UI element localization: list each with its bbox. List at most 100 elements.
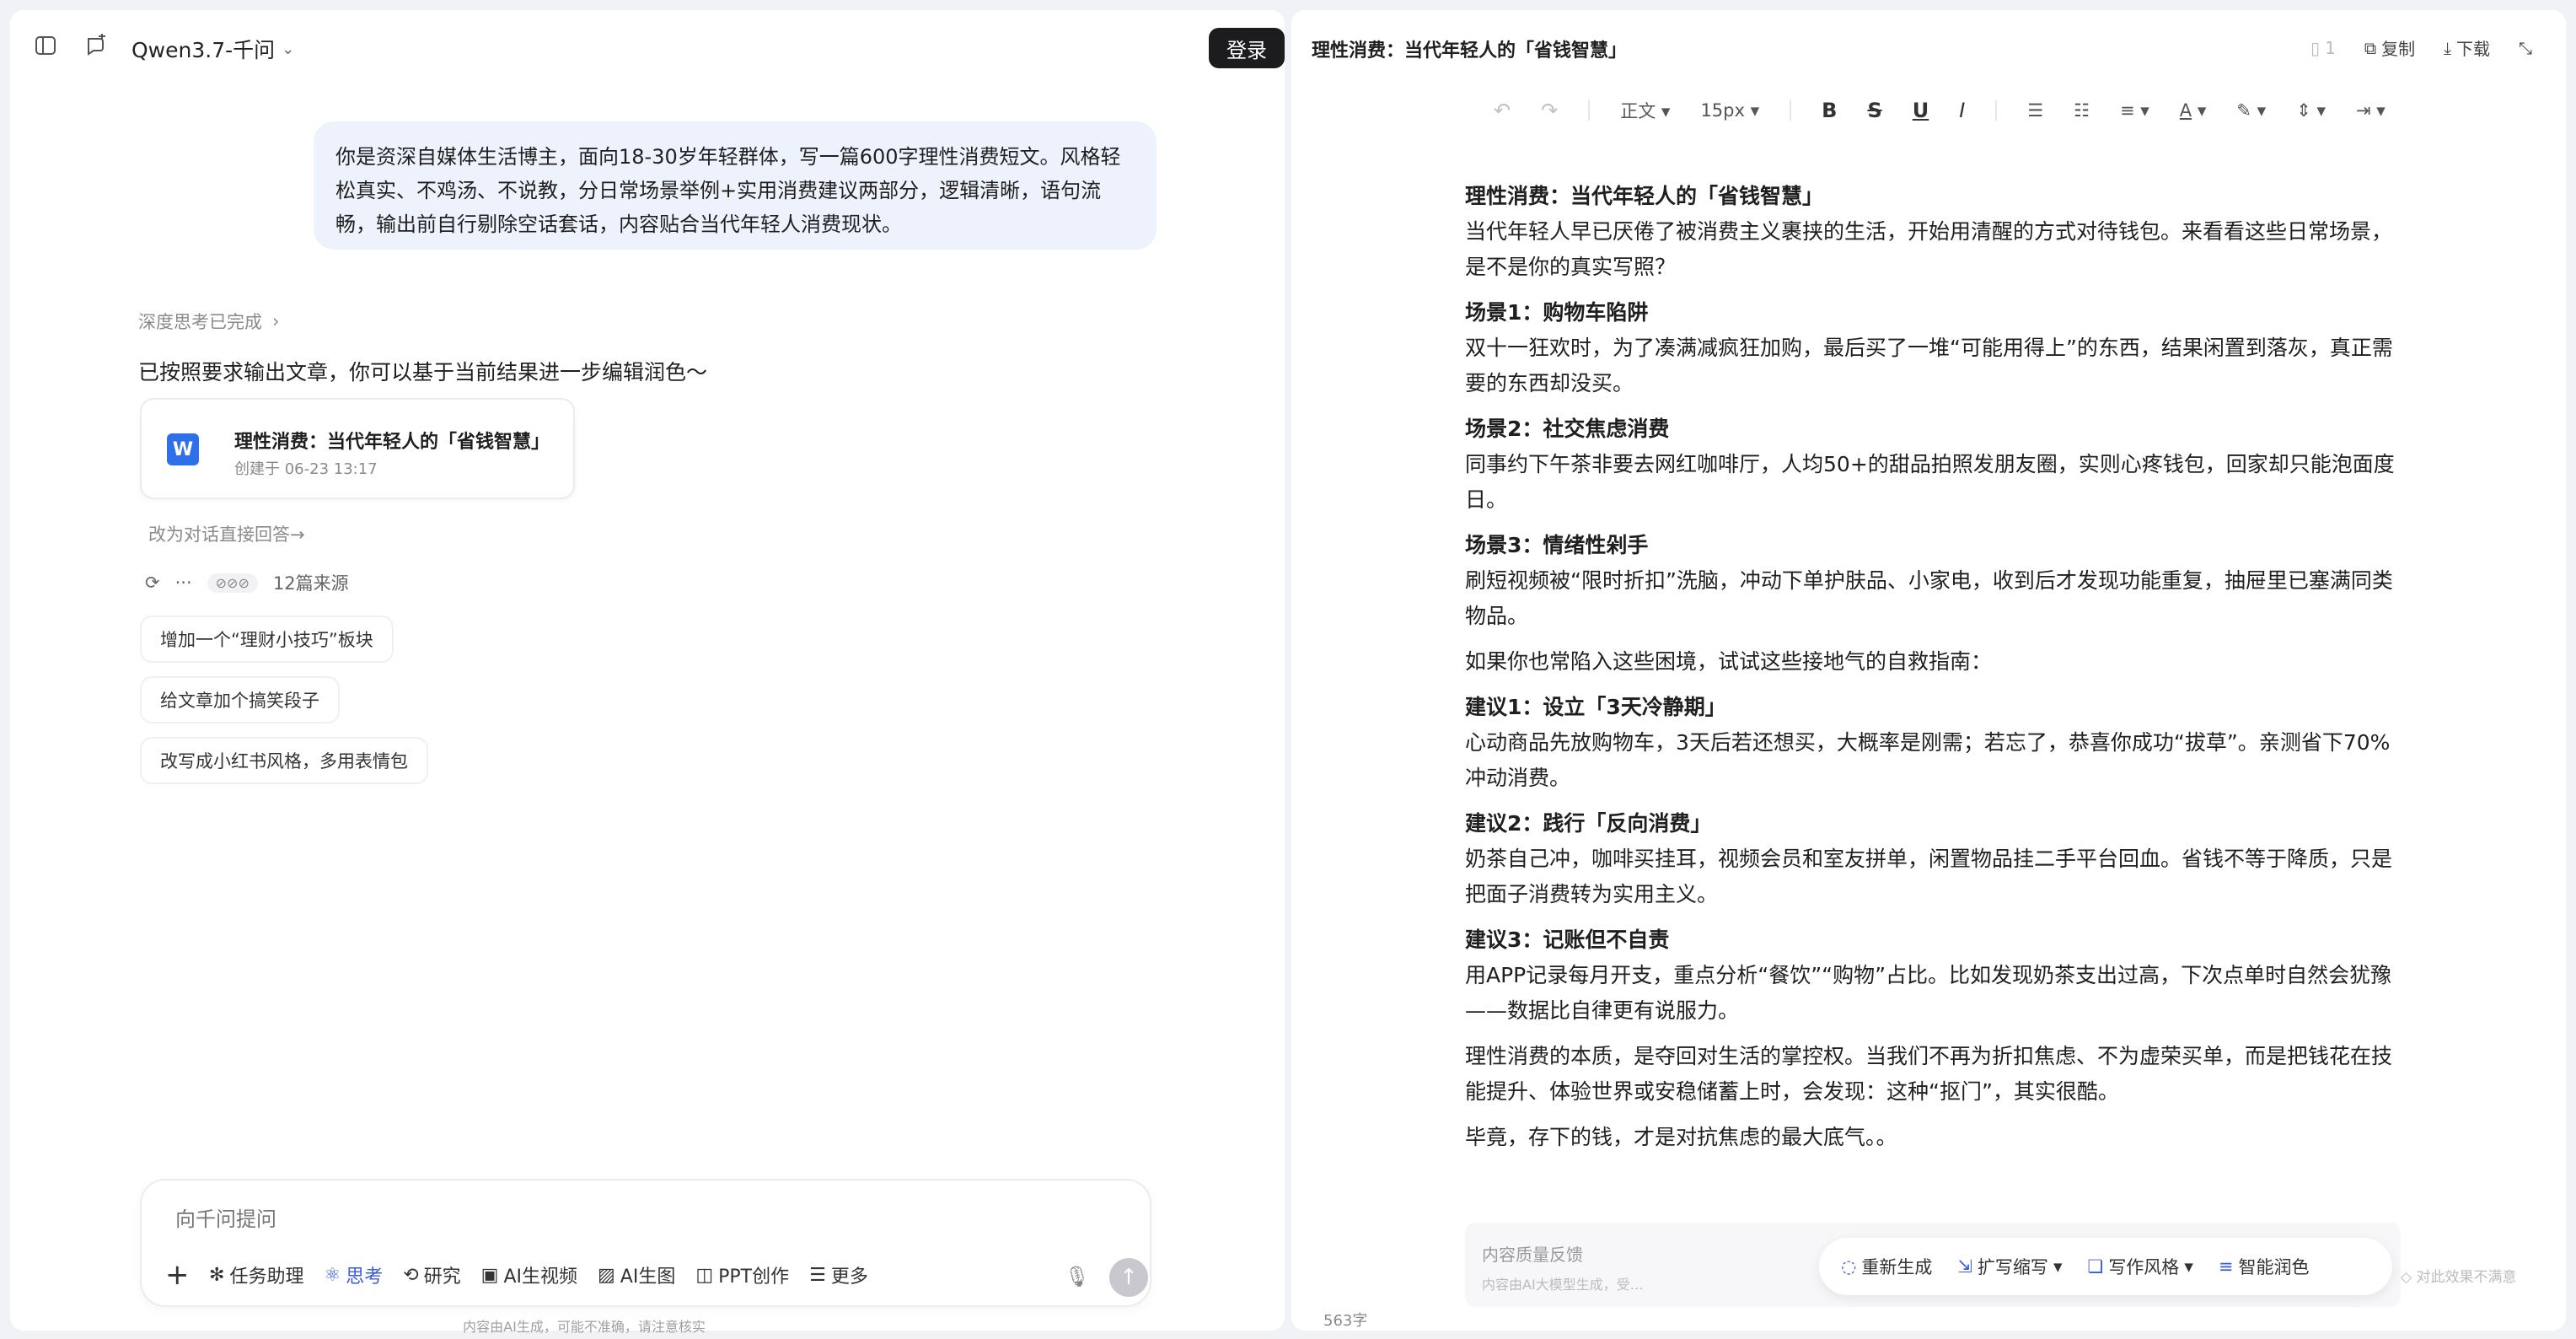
download-label: 下载 [2456, 39, 2490, 59]
more-icon[interactable]: ··· [175, 573, 192, 593]
unsatisfied-button[interactable]: ◇ 对此效果不满意 [2401, 1265, 2516, 1286]
regenerate-button[interactable]: ◌ 重新生成 [1841, 1254, 1932, 1279]
user-message: 你是资深自媒体生活博主，面向18-30岁年轻群体，写一篇600字理性消费短文。风… [314, 121, 1157, 250]
strikethrough-icon[interactable]: S [1867, 99, 1881, 122]
undo-icon[interactable]: ↶ [1494, 99, 1511, 122]
tool-label: 研究 [423, 1266, 461, 1288]
expand-label: 扩写缩写 [1977, 1257, 2048, 1277]
suggestion-chip[interactable]: 增加一个“理财小技巧”板块 [140, 616, 394, 663]
chat-topbar: Qwen3.7-千问 ⌄ 登录 [10, 10, 1285, 68]
document-card-date: 创建于 06-23 13:17 [234, 460, 378, 478]
source-links-icon[interactable]: ⊘⊘⊘ [207, 573, 258, 593]
doc-heading: 理性消费：当代年轻人的「省钱智慧」 [1465, 184, 1824, 208]
toolbar-divider [1790, 100, 1792, 121]
numbered-list-icon[interactable]: ☷ [2074, 100, 2090, 121]
tool-research[interactable]: ⟲ 研究 [403, 1261, 460, 1288]
document-panel: 理性消费：当代年轻人的「省钱智慧」 ▯ 1 ⧉ 复制 ⤓ 下载 ⤡ ↶ ↷ 正文… [1291, 10, 2566, 1331]
doc-intro: 当代年轻人早已厌倦了被消费主义裹挟的生活，开始用清醒的方式对待钱包。来看看这些日… [1465, 219, 2393, 279]
redo-icon[interactable]: ↷ [1541, 99, 1558, 122]
model-selector[interactable]: Qwen3.7-千问 ⌄ [131, 34, 294, 64]
expand-shrink-button[interactable]: ⇲ 扩写缩写 ▾ [1957, 1254, 2062, 1279]
copy-label: 复制 [2381, 39, 2416, 59]
ai-disclaimer: 内容由AI生成，可能不准确，请注意核实 [463, 1319, 706, 1335]
document-card[interactable]: W 理性消费：当代年轻人的「省钱智慧」 创建于 06-23 13:17 [140, 398, 575, 499]
align-icon[interactable]: ≡ ▾ [2120, 100, 2149, 121]
ai-actions-pill: ◌ 重新生成 ⇲ 扩写缩写 ▾ ❏ 写作风格 ▾ ≡ 智能润色 [1819, 1238, 2392, 1295]
indent-icon[interactable]: ⇥ ▾ [2356, 100, 2385, 121]
writing-style-button[interactable]: ❏ 写作风格 ▾ [2087, 1254, 2192, 1279]
expand-icon: ⇲ [1957, 1256, 1972, 1277]
sources-count[interactable]: 12篇来源 [273, 570, 349, 595]
download-button[interactable]: ⤓ 下载 [2444, 35, 2490, 60]
thinking-status[interactable]: 深度思考已完成 › [138, 309, 279, 334]
highlight-icon[interactable]: ✎ ▾ [2236, 100, 2266, 121]
app-root: Qwen3.7-千问 ⌄ 登录 你是资深自媒体生活博主，面向18-30岁年轻群体… [0, 0, 2576, 1339]
chevron-right-icon: › [272, 311, 280, 331]
collapse-icon[interactable]: ⤡ [2519, 38, 2532, 58]
message-actions: ⟳ ··· ⊘⊘⊘ 12篇来源 [145, 570, 349, 595]
sparkle-icon: ✻ [209, 1264, 225, 1286]
tool-ai-image[interactable]: ▨ AI生图 [598, 1261, 675, 1288]
line-height-icon[interactable]: ⇕ ▾ [2296, 100, 2326, 121]
smart-polish-button[interactable]: ≡ 智能润色 [2219, 1254, 2310, 1279]
download-icon: ⤓ [2444, 37, 2451, 58]
page-count-label: 1 [2325, 37, 2336, 58]
doc-paragraph: 刷短视频被“限时折扣”洗脑，冲动下单护肤品、小家电，收到后才发现功能重复，抽屉里… [1465, 568, 2393, 628]
doc-transition: 如果你也常陷入这些困境，试试这些接地气的自救指南： [1465, 649, 1993, 674]
style-label: 写作风格 [2108, 1257, 2180, 1277]
doc-paragraph: 双十一狂欢时，为了凑满减疯狂加购，最后买了一堆“可能用得上”的东西，结果闲置到落… [1465, 336, 2393, 395]
font-size-select[interactable]: 15px ▾ [1700, 100, 1759, 121]
login-button[interactable]: 登录 [1209, 28, 1285, 68]
copy-button[interactable]: ⧉ 复制 [2364, 35, 2415, 60]
tool-label: 任务助理 [229, 1266, 304, 1288]
polish-icon: ≡ [2218, 1256, 2234, 1277]
assistant-reply: 已按照要求输出文章，你可以基于当前结果进一步编辑润色～ [138, 360, 708, 384]
page-count[interactable]: ▯ 1 [2310, 38, 2336, 58]
tool-task-assistant[interactable]: ✻ 任务助理 [209, 1261, 303, 1288]
document-body[interactable]: 理性消费：当代年轻人的「省钱智慧」 当代年轻人早已厌倦了被消费主义裹挟的生活，开… [1465, 179, 2401, 1165]
underline-icon[interactable]: U [1913, 99, 1929, 122]
bullet-list-icon[interactable]: ☰ [2027, 100, 2043, 121]
chevron-down-icon: ⌄ [282, 40, 295, 58]
menu-icon: ☰ [809, 1264, 826, 1286]
send-button[interactable]: ↑ [1109, 1258, 1148, 1297]
paragraph-style-label: 正文 [1620, 101, 1656, 121]
microphone-icon[interactable]: 🎙︎ [1060, 1260, 1094, 1293]
font-color-icon[interactable]: A ▾ [2180, 100, 2207, 121]
tool-label: 思考 [346, 1266, 384, 1288]
regenerate-label: 重新生成 [1861, 1257, 1933, 1277]
bold-icon[interactable]: B [1822, 99, 1837, 122]
unsatisfied-label: 对此效果不满意 [2416, 1269, 2517, 1286]
thinking-status-label: 深度思考已完成 [138, 312, 262, 332]
image-icon: ▨ [598, 1264, 615, 1286]
refresh-icon: ◌ [1841, 1256, 1857, 1277]
tool-ppt[interactable]: ◫ PPT创作 [695, 1261, 789, 1288]
doc-paragraph: 用APP记录每月开支，重点分析“餐饮”“购物”占比。比如发现奶茶支出过高，下次点… [1465, 963, 2392, 1023]
toolbar-divider [1588, 100, 1591, 121]
tool-ai-video[interactable]: ▣ AI生视频 [481, 1261, 577, 1288]
paragraph-style-select[interactable]: 正文 ▾ [1620, 98, 1670, 123]
document-card-title: 理性消费：当代年轻人的「省钱智慧」 [234, 432, 550, 453]
prompt-input[interactable] [175, 1207, 1103, 1231]
suggestion-chip[interactable]: 改写成小红书风格，多用表情包 [140, 737, 428, 784]
tool-more[interactable]: ☰ 更多 [809, 1261, 868, 1288]
add-attachment-button[interactable]: + [165, 1258, 190, 1292]
switch-to-direct-answer-link[interactable]: 改为对话直接回答→ [148, 521, 305, 546]
feedback-subtitle: 内容由AI大模型生成，受… [1482, 1277, 1644, 1293]
suggestion-chip[interactable]: 给文章加个搞笑段子 [140, 676, 340, 723]
sidebar-toggle-icon[interactable] [34, 34, 57, 57]
refresh-icon[interactable]: ⟳ [145, 573, 160, 593]
tool-think[interactable]: ⚛ 思考 [324, 1261, 383, 1288]
composer-tools: + ✻ 任务助理 ⚛ 思考 ⟲ 研究 ▣ AI生视频 ▨ AI生图 ◫ PPT创… [165, 1258, 868, 1292]
italic-icon[interactable]: I [1959, 99, 1965, 122]
feedback-title: 内容质量反馈 [1482, 1245, 1583, 1265]
document-panel-title: 理性消费：当代年轻人的「省钱智慧」 [1312, 40, 1628, 62]
new-chat-icon[interactable] [84, 33, 108, 57]
tool-label: AI生视频 [503, 1266, 577, 1288]
style-icon: ❏ [2087, 1256, 2104, 1277]
research-icon: ⟲ [403, 1264, 419, 1286]
editor-toolbar: ↶ ↷ 正文 ▾ 15px ▾ B S U I ☰ ☷ ≡ ▾ A ▾ ✎ ▾ … [1494, 98, 2385, 123]
doc-paragraph: 奶茶自己冲，咖啡买挂耳，视频会员和室友拼单，闲置物品挂二手平台回血。省钱不等于降… [1465, 847, 2393, 906]
atom-icon: ⚛ [324, 1264, 341, 1286]
word-doc-icon: W [167, 433, 199, 465]
